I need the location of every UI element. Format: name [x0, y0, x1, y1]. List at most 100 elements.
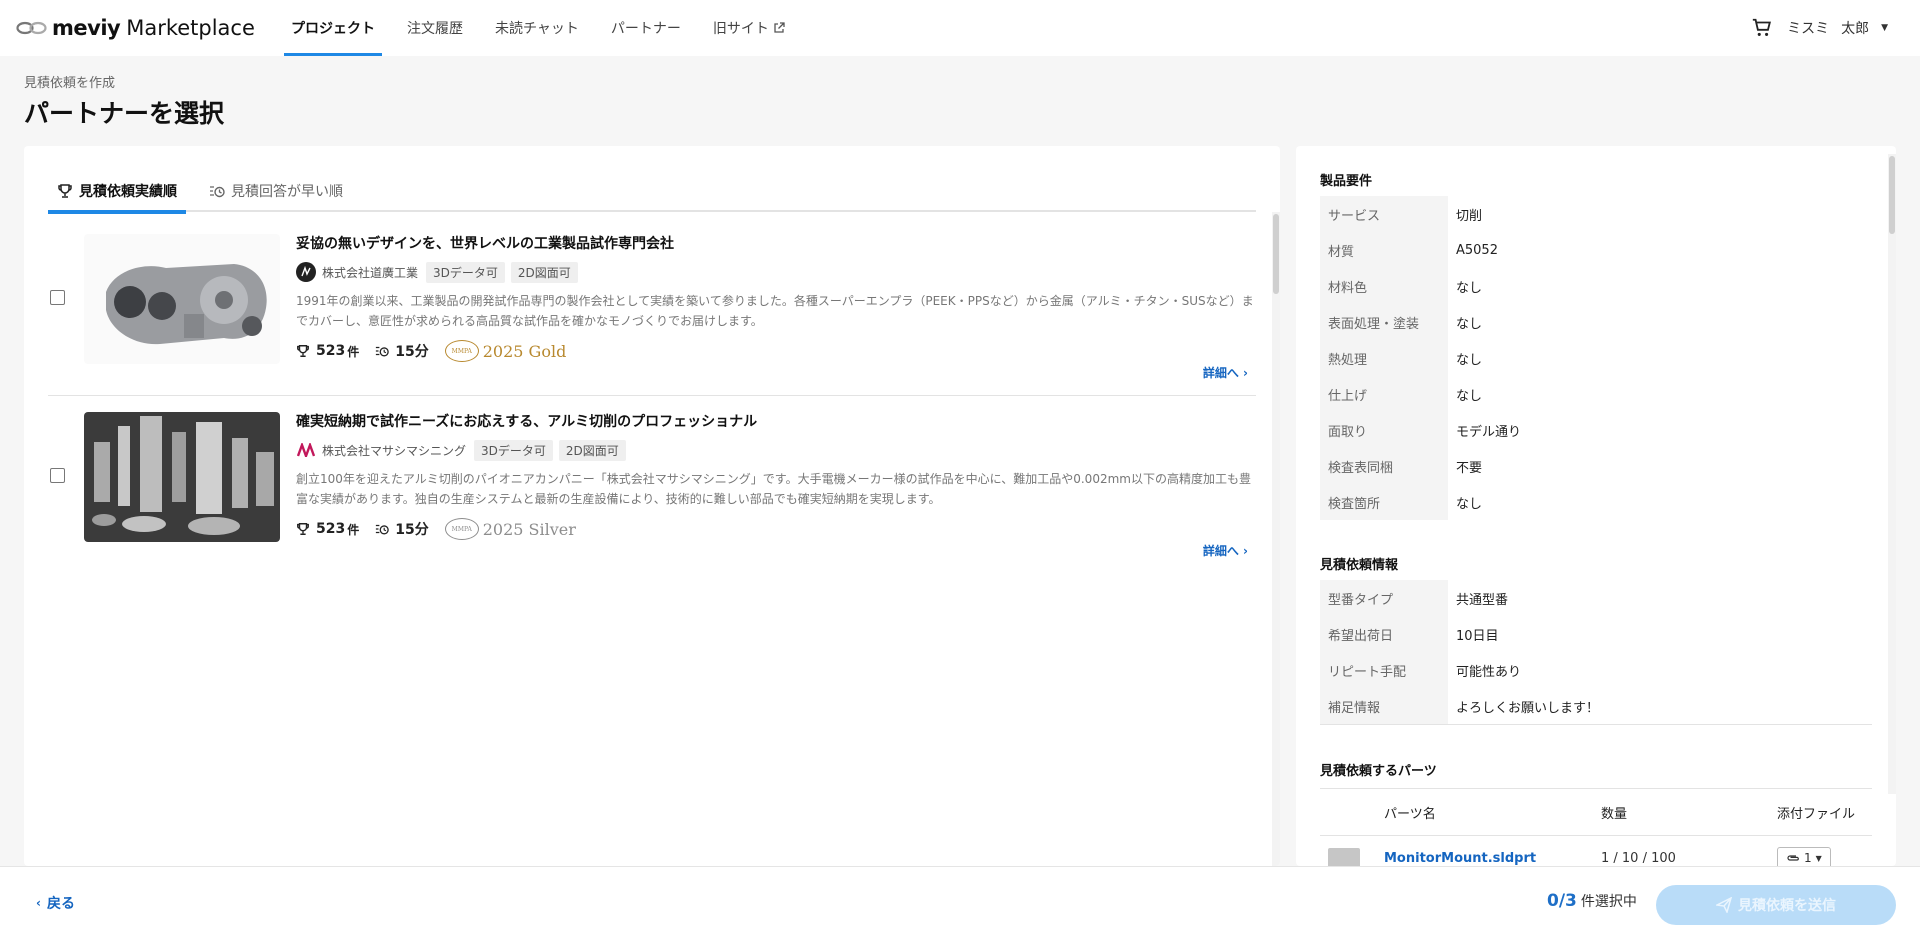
kv-value: 不要	[1456, 460, 1483, 476]
clock-list-icon	[210, 186, 225, 198]
logo-brand: meviy	[52, 16, 121, 40]
kv-key: 表面処理・塗装	[1320, 304, 1448, 340]
requirement-row: 検査箇所 なし	[1320, 484, 1872, 520]
attachment-count: 1	[1804, 851, 1812, 865]
user-menu[interactable]: ミスミ 太郎 ▼	[1787, 18, 1900, 38]
company-name: 株式会社道廣工業	[322, 265, 419, 280]
summary-scrollbar-thumb[interactable]	[1889, 156, 1895, 234]
detail-link[interactable]: 詳細へ ›	[1203, 364, 1248, 381]
kv-value: よろしくお願いします！	[1456, 700, 1600, 716]
selected-label: 件選択中	[1580, 894, 1637, 910]
quote-info-row: 希望出荷日 10日目	[1320, 616, 1872, 652]
kv-key: 型番タイプ	[1320, 580, 1448, 616]
clock-list-icon	[376, 346, 390, 357]
tab-response-speed[interactable]: 見積回答が早い順	[200, 170, 352, 212]
request-count-value: 523	[316, 343, 346, 359]
kv-key: 補足情報	[1320, 688, 1448, 724]
kv-value: 切削	[1456, 208, 1483, 224]
logo[interactable]: meviy Marketplace	[16, 0, 284, 56]
back-button[interactable]: ‹ 戻る	[36, 893, 75, 913]
nav-partners[interactable]: パートナー	[604, 0, 688, 56]
nav-projects[interactable]: プロジェクト	[284, 0, 382, 56]
tag-2d: 2D図面可	[510, 261, 578, 283]
partner-info: 確実短納期で試作ニーズにお応えする、アルミ切削のプロフェッショナル 株式会社マサ…	[296, 412, 1256, 541]
parts-title: 見積依頼するパーツ	[1320, 764, 1437, 779]
footer-bar: ‹ 戻る 0 /3 件選択中 見積依頼を送信	[0, 866, 1920, 938]
requirement-row: 仕上げ なし	[1320, 376, 1872, 412]
parts-col-name: パーツ名	[1384, 806, 1436, 822]
summary-panel: 製品要件 サービス 切削 材質 A5052 材料色 なし 表面処理・塗装 なし 熱処理な…	[1296, 146, 1896, 866]
chevron-left-icon: ‹	[36, 896, 41, 910]
tag-3d: 3Dデータ可	[426, 261, 505, 283]
partner-product-image	[84, 412, 280, 542]
partner-row: 妥協の無いデザインを、世界レベルの工業製品試作専門会社 株式会社道廣工業 3Dデ…	[48, 218, 1256, 396]
nav-order-history[interactable]: 注文履歴	[400, 0, 470, 56]
paperclip-icon	[1787, 855, 1799, 861]
quote-info-table: 型番タイプ 共通型番 希望出荷日 10日目 リピート手配 可能性あり 補足情報 よろしく…	[1320, 580, 1872, 725]
requirements-title: 製品要件	[1320, 174, 1373, 189]
award-badge-silver: MMPA 2025 Silver	[444, 518, 576, 540]
chevron-right-icon: ›	[1243, 366, 1248, 380]
quote-info-title: 見積依頼情報	[1320, 558, 1399, 573]
cart-icon[interactable]	[1751, 17, 1773, 39]
kv-value: なし	[1456, 388, 1483, 404]
partner-checkbox[interactable]	[50, 290, 65, 305]
nav-order-history-label: 注文履歴	[407, 21, 463, 37]
kv-key: サービス	[1320, 196, 1448, 232]
company-logo-icon	[296, 440, 316, 460]
kv-value: 10日目	[1456, 628, 1499, 644]
award-badge-label: 2025 Silver	[482, 519, 576, 539]
nav-unread-chat[interactable]: 未読チャット	[488, 0, 586, 56]
requirements-table: サービス 切削 材質 A5052 材料色 なし 表面処理・塗装 なし 熱処理 なし 仕上げ…	[1320, 196, 1872, 520]
sort-tabs: 見積依頼実績順 見積回答が早い順	[48, 170, 1256, 214]
list-scrollbar[interactable]	[1272, 212, 1280, 866]
parts-table-header: パーツ名 数量 添付ファイル	[1320, 788, 1872, 836]
caret-down-icon: ▼	[1881, 23, 1888, 33]
send-quote-label: 見積依頼を送信	[1738, 898, 1836, 914]
part-name-link[interactable]: MonitorMount.sldprt	[1384, 851, 1601, 866]
quote-info-row: 型番タイプ 共通型番	[1320, 580, 1872, 616]
requirement-row: 面取り モデル通り	[1320, 412, 1872, 448]
selected-count: 0	[1547, 891, 1559, 911]
request-count: 523 件	[296, 521, 359, 538]
kv-key: リピート手配	[1320, 652, 1448, 688]
response-time: 15分	[375, 341, 429, 361]
send-quote-button[interactable]: 見積依頼を送信	[1656, 885, 1896, 925]
requirement-row: 材質 A5052	[1320, 232, 1872, 268]
kv-value: モデル通り	[1456, 424, 1522, 440]
tab-request-count[interactable]: 見積依頼実績順	[48, 170, 186, 214]
parts-col-qty: 数量	[1601, 806, 1628, 822]
kv-key: 材質	[1320, 232, 1448, 268]
trophy-icon	[297, 523, 309, 535]
partner-title: 確実短納期で試作ニーズにお応えする、アルミ切削のプロフェッショナル	[296, 414, 758, 430]
top-header: meviy Marketplace プロジェクト 注文履歴 未読チャット パート…	[0, 0, 1920, 56]
trophy-icon	[297, 345, 309, 357]
partner-product-image	[84, 234, 280, 364]
list-scrollbar-thumb[interactable]	[1273, 214, 1279, 294]
attachment-dropdown[interactable]: 1 ▼	[1777, 847, 1831, 866]
nav-unread-chat-label: 未読チャット	[495, 21, 579, 37]
tab-request-count-label: 見積依頼実績順	[79, 184, 177, 200]
partner-checkbox[interactable]	[50, 468, 65, 483]
tag-3d: 3Dデータ可	[474, 439, 553, 461]
kv-key: 仕上げ	[1320, 376, 1448, 412]
request-count-unit: 件	[347, 522, 360, 537]
detail-link[interactable]: 詳細へ ›	[1203, 542, 1248, 559]
kv-key: 面取り	[1320, 412, 1448, 448]
requirement-row: 表面処理・塗装 なし	[1320, 304, 1872, 340]
kv-value: 可能性あり	[1456, 664, 1522, 680]
kv-value: なし	[1456, 496, 1483, 512]
partner-row: 確実短納期で試作ニーズにお応えする、アルミ切削のプロフェッショナル 株式会社マサ…	[48, 396, 1256, 574]
summary-scrollbar[interactable]	[1888, 154, 1896, 794]
award-badge-label: 2025 Gold	[482, 341, 567, 361]
tag-2d: 2D図面可	[558, 439, 626, 461]
partner-stats: 523 件 15分 MMPA 2025 Gold	[296, 339, 1256, 363]
nav-old-site[interactable]: 旧サイト	[706, 0, 792, 56]
send-icon	[1716, 897, 1732, 913]
partner-list-panel: 見積依頼実績順 見積回答が早い順 妥協の無いデザインを、世界レベルの工業製品試作…	[24, 146, 1280, 866]
response-time: 15分	[375, 519, 429, 539]
requirement-row: 検査表同梱 不要	[1320, 448, 1872, 484]
selection-count: 0 /3 件選択中	[1547, 891, 1637, 911]
partner-list: 妥協の無いデザインを、世界レベルの工業製品試作専門会社 株式会社道廣工業 3Dデ…	[48, 218, 1256, 574]
kv-value: 共通型番	[1456, 592, 1509, 608]
